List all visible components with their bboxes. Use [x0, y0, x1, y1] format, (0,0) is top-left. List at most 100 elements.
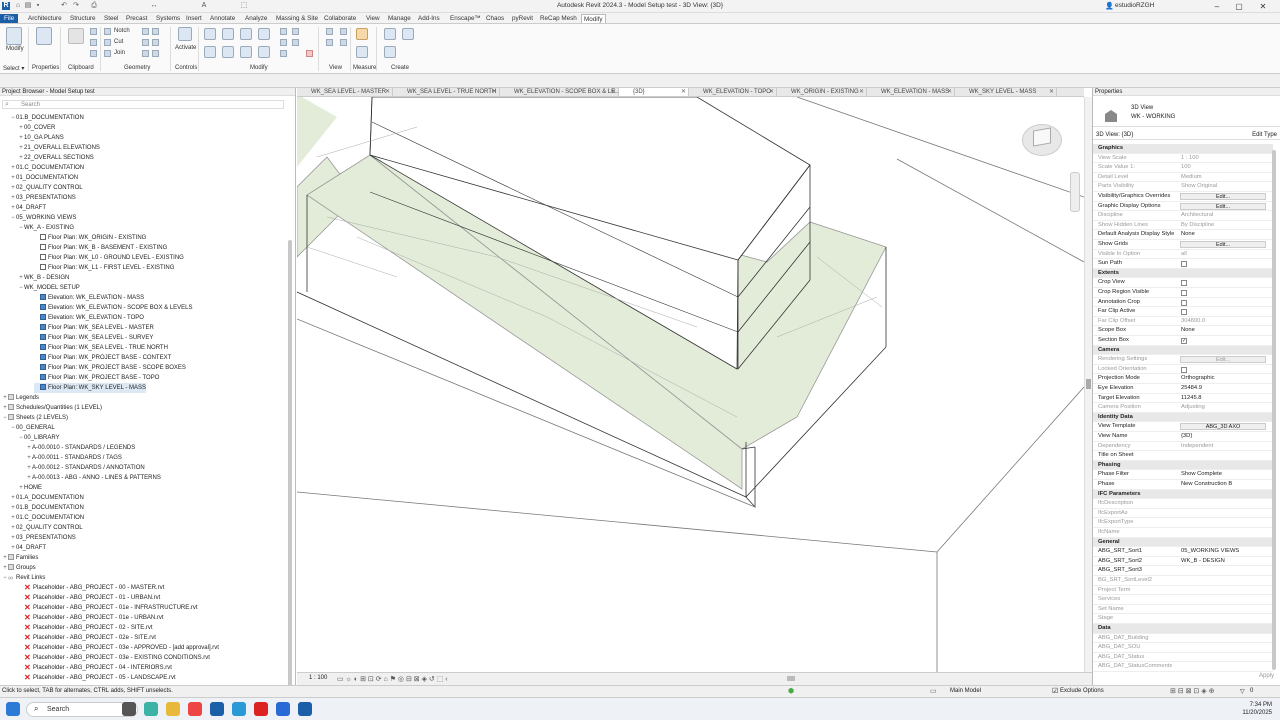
property-row[interactable]: Projection Mode Orthographic: [1093, 374, 1273, 384]
cut-geometry-icon[interactable]: [104, 39, 111, 46]
menu-tab-steel[interactable]: Steel: [102, 14, 120, 23]
property-row[interactable]: Project Term: [1093, 586, 1273, 596]
property-value[interactable]: 304800.0: [1181, 317, 1205, 327]
property-edit-button[interactable]: ABG_3D AXO: [1180, 423, 1266, 431]
property-checkbox[interactable]: [1181, 280, 1187, 287]
menu-tab-recap-mesh[interactable]: ReCap Mesh: [538, 14, 579, 23]
close-tab-icon[interactable]: ✕: [859, 88, 864, 96]
property-row[interactable]: Eye Elevation 25484.9: [1093, 384, 1273, 394]
tree-item[interactable]: ✕ Placeholder - ABG_PROJECT - 01e - URBAN…: [18, 613, 164, 623]
property-row[interactable]: Rendering Settings Edit...: [1093, 355, 1273, 365]
geometry-tool-1-icon[interactable]: [142, 28, 149, 35]
split-icon[interactable]: [280, 28, 287, 35]
menu-tab-add-ins[interactable]: Add-Ins: [416, 14, 442, 23]
property-group-header[interactable]: General: [1093, 537, 1273, 548]
menu-tab-insert[interactable]: Insert: [184, 14, 204, 23]
project-browser-search[interactable]: Search: [2, 100, 284, 109]
property-row[interactable]: Phase Filter Show Complete: [1093, 470, 1273, 480]
tree-item[interactable]: ✕ Placeholder - ABG_PROJECT - 01e - INFRA…: [18, 603, 198, 613]
tree-item[interactable]: +04_DRAFT: [10, 203, 46, 213]
tree-item[interactable]: ✕ Placeholder - ABG_PROJECT - 03e - APPRO…: [18, 643, 219, 653]
unpin-icon[interactable]: [280, 50, 287, 57]
tree-item[interactable]: Elevation: WK_ELEVATION - SCOPE BOX & LE…: [34, 303, 193, 313]
property-row[interactable]: IfcDescription: [1093, 499, 1273, 509]
property-row[interactable]: Section Box ✓: [1093, 336, 1273, 346]
close-tab-icon[interactable]: ✕: [492, 88, 497, 96]
property-row[interactable]: ABG_SRT_Sort1 05_WORKING VIEWS: [1093, 547, 1273, 557]
property-row[interactable]: BG_SRT_SortLevel2: [1093, 576, 1273, 586]
tree-item[interactable]: +01.A_DOCUMENTATION: [10, 493, 84, 503]
property-row[interactable]: Discipline Architectural: [1093, 211, 1273, 221]
app-icon[interactable]: [232, 702, 246, 716]
tree-item[interactable]: Elevation: WK_ELEVATION - MASS: [34, 293, 144, 303]
tree-item[interactable]: ✕ Placeholder - ABG_PROJECT - 02 - SITE.r…: [18, 623, 153, 633]
tree-item[interactable]: − Sheets (2 LEVELS): [2, 413, 68, 423]
property-row[interactable]: Visible In Option all: [1093, 250, 1273, 260]
instance-selector[interactable]: 3D View: {3D} Edit Type: [1093, 131, 1280, 140]
tree-item[interactable]: Floor Plan: WK_PROJECT BASE - CONTEXT: [34, 353, 171, 363]
menu-tab-file[interactable]: File: [0, 14, 19, 23]
property-group-header[interactable]: Data: [1093, 624, 1273, 634]
tree-item[interactable]: ✕ Placeholder - ABG_PROJECT - 05 - LANDSC…: [18, 673, 176, 683]
tree-item[interactable]: + Schedules/Quantities (1 LEVEL): [2, 403, 102, 413]
property-row[interactable]: Sun Path: [1093, 259, 1273, 269]
view-scroll-thumb[interactable]: [1086, 379, 1091, 389]
menu-tab-pyrevit[interactable]: pyRevit: [510, 14, 535, 23]
copy-element-icon[interactable]: [222, 46, 234, 58]
active-model[interactable]: Main Model: [950, 688, 981, 694]
view-tab[interactable]: WK_ORIGIN - EXISTING ✕: [777, 88, 867, 96]
file-explorer-icon[interactable]: [166, 702, 180, 716]
instance-selector-value[interactable]: 3D View: {3D}: [1096, 132, 1133, 138]
tree-item[interactable]: +21_OVERALL ELEVATIONS: [18, 143, 100, 153]
close-tab-icon[interactable]: ✕: [385, 88, 390, 96]
menu-tab-systems[interactable]: Systems: [154, 14, 182, 23]
tree-item[interactable]: −00_LIBRARY: [18, 433, 59, 443]
menu-tab-enscape-[interactable]: Enscape™: [448, 14, 483, 23]
close-tab-icon[interactable]: ✕: [681, 88, 686, 96]
notch-label[interactable]: Notch: [114, 28, 130, 34]
tree-item[interactable]: Floor Plan: WK_L1 - FIRST LEVEL - EXISTI…: [34, 263, 174, 273]
property-group-header[interactable]: Camera: [1093, 345, 1273, 356]
paste-icon[interactable]: [68, 28, 84, 44]
tree-item[interactable]: +A-00.0012 - STANDARDS / ANNOTATION: [26, 463, 144, 473]
edit-type-button[interactable]: Edit Type: [1252, 131, 1277, 140]
project-browser-scrollbar[interactable]: [288, 240, 292, 695]
property-checkbox[interactable]: ✓: [1181, 338, 1187, 344]
menu-tab-structure[interactable]: Structure: [68, 14, 98, 23]
offset-icon[interactable]: [222, 28, 234, 40]
view-horizontal-scroll-thumb[interactable]: [787, 676, 795, 681]
tree-item[interactable]: ✕ Placeholder - ABG_PROJECT - 03e - EXIST…: [18, 653, 210, 663]
property-value[interactable]: all: [1181, 250, 1187, 260]
property-row[interactable]: Graphic Display Options Edit...: [1093, 202, 1273, 212]
property-edit-button[interactable]: Edit...: [1180, 202, 1266, 210]
clock[interactable]: 7:34 PM 11/20/2025: [1242, 701, 1272, 717]
property-value[interactable]: Orthographic: [1181, 374, 1215, 384]
tree-item[interactable]: Floor Plan: WK_L0 - GROUND LEVEL - EXIST…: [34, 253, 184, 263]
task-view-icon[interactable]: [122, 702, 136, 716]
acrobat-icon[interactable]: [254, 702, 268, 716]
view-control-icons[interactable]: ▭ ☼ ◐ ⊞ ⊡ ⟳ ⌂ ⚑ ◎ ⊟ ⊠ ◈ ↺ ⬚ ‹: [337, 675, 448, 683]
trim-icon[interactable]: [258, 46, 270, 58]
modify-button-label[interactable]: Modify: [6, 46, 24, 52]
view-tab[interactable]: WK_ELEVATION - MASS ✕: [867, 88, 955, 96]
viewcube-face-icon[interactable]: [1033, 127, 1051, 147]
view-tab[interactable]: {3D} ✕: [619, 88, 689, 96]
property-value[interactable]: New Construction B: [1181, 480, 1232, 490]
view-tool-1-icon[interactable]: [326, 28, 333, 35]
revit2-taskbar-icon[interactable]: [298, 702, 312, 716]
property-value[interactable]: By Discipline: [1181, 221, 1214, 231]
tree-item[interactable]: ✕ Placeholder - ABG_PROJECT - 02e - SITE.…: [18, 633, 156, 643]
tree-item[interactable]: Floor Plan: WK_B - BASEMENT - EXISTING: [34, 243, 167, 253]
property-row[interactable]: ABG_SRT_Sort3: [1093, 566, 1273, 576]
tree-item[interactable]: −∞ Revit Links: [2, 573, 45, 583]
property-row[interactable]: Locked Orientation: [1093, 365, 1273, 375]
filter-icon[interactable]: ▽: [1240, 688, 1245, 695]
property-value[interactable]: Show Original: [1181, 182, 1217, 192]
navigation-bar[interactable]: [1070, 172, 1080, 212]
mirror-axis-icon[interactable]: [240, 28, 252, 40]
view-tool-2-icon[interactable]: [340, 28, 347, 35]
tree-item[interactable]: −01.B_DOCUMENTATION: [10, 113, 84, 123]
delete-icon[interactable]: [306, 50, 313, 57]
exclude-options-checkbox[interactable]: ☑: [1052, 687, 1058, 695]
property-row[interactable]: Scope Box None: [1093, 326, 1273, 336]
